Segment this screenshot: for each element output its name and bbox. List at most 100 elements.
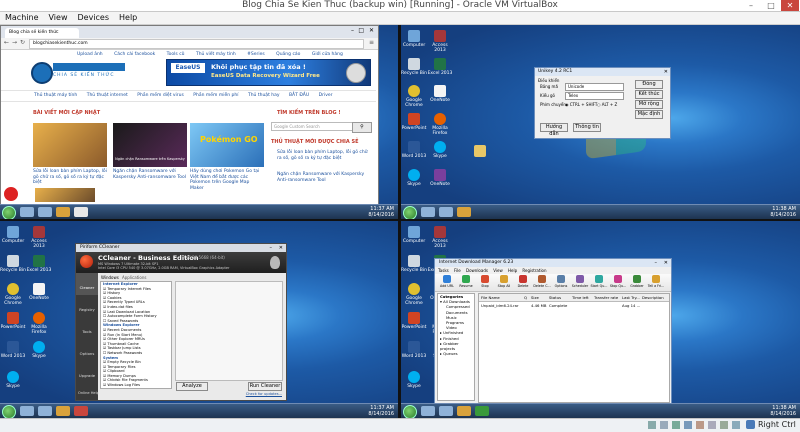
tab-applications[interactable]: Applications xyxy=(122,275,146,280)
desktop-icon-chrome[interactable]: Google Chrome xyxy=(401,85,427,108)
media-taskbar-icon[interactable] xyxy=(56,207,70,217)
close-button[interactable]: ✕ xyxy=(781,0,799,11)
ccleaner-taskbar-icon[interactable] xyxy=(74,406,88,416)
idm-menu-item[interactable]: View xyxy=(493,268,503,273)
explorer-taskbar-icon[interactable] xyxy=(439,207,453,217)
desktop-icon-word[interactable]: Word 2013 xyxy=(0,341,26,359)
check-updates-link[interactable]: Check for updates... xyxy=(246,392,282,396)
article-thumbnail[interactable]: Pokémon GO xyxy=(190,123,264,167)
minimize-button[interactable]: – xyxy=(742,0,760,11)
share-item[interactable]: Ngăn chặn Ransomware với Kaspersky Anti-… xyxy=(277,172,371,183)
maximize-button[interactable]: □ xyxy=(762,0,780,11)
ie-taskbar-icon[interactable] xyxy=(20,207,34,217)
nav-item[interactable]: Thủ thuật internet xyxy=(87,93,128,98)
desktop-icon-computer[interactable]: Computer xyxy=(401,30,427,48)
browser-close-icon[interactable]: ✕ xyxy=(369,27,374,34)
col-header[interactable]: File Name xyxy=(481,294,500,301)
browser-maximize-icon[interactable]: □ xyxy=(358,27,364,34)
article-thumbnail[interactable] xyxy=(35,188,95,202)
desktop-icon-word[interactable]: Word 2013 xyxy=(401,141,427,159)
desktop-icon-powerpoint[interactable]: PowerPoint xyxy=(0,312,26,330)
desktop-icon-word[interactable]: Word 2013 xyxy=(401,341,427,359)
clock[interactable]: 11:38 AM 8/14/2016 xyxy=(770,206,796,218)
usb-status-icon[interactable] xyxy=(696,421,704,429)
nav-item[interactable]: BẮT ĐẦU xyxy=(289,93,309,98)
article-title[interactable]: Ngăn chặn Ransomware với Kaspersky Anti-… xyxy=(113,169,187,180)
category-grabber[interactable]: ▸ Grabber projects xyxy=(440,341,474,351)
desktop-icon-recycle-bin[interactable]: Recycle Bin xyxy=(401,58,427,76)
capture-status-icon[interactable] xyxy=(732,421,740,429)
desktop-icon-onenote[interactable]: OneNote xyxy=(26,283,52,301)
close-button[interactable]: Đóng xyxy=(635,80,663,89)
ie-taskbar-icon[interactable] xyxy=(421,406,435,416)
col-header[interactable]: Time left xyxy=(572,294,589,301)
default-button[interactable]: Mặc định xyxy=(635,110,663,119)
article-title[interactable]: Sửa lỗi loan bàn phím Laptop, lỗi gõ chữ… xyxy=(33,169,107,186)
idm-toolbar-button[interactable]: Scheduler xyxy=(571,275,589,290)
menu-machine[interactable]: Machine xyxy=(0,12,44,24)
desktop-icon-computer[interactable]: Computer xyxy=(401,226,427,244)
explorer-taskbar-icon[interactable] xyxy=(38,406,52,416)
article-title[interactable]: Hãy dùng chơi Pokemon Go tại Việt Nam để… xyxy=(190,169,264,191)
sidebar-tools[interactable]: Tools xyxy=(76,317,98,339)
clock[interactable]: 11:38 AM 8/14/2016 xyxy=(770,405,796,417)
desktop-icon-firefox[interactable]: Mozilla Firefox xyxy=(427,113,453,136)
desktop-icon-access[interactable]: Access 2013 xyxy=(26,226,52,249)
col-header[interactable]: Size xyxy=(531,294,539,301)
close-icon[interactable]: ✕ xyxy=(664,68,668,76)
idm-toolbar-button[interactable]: Delete xyxy=(514,275,532,290)
desktop-icon-skype[interactable]: Skype xyxy=(401,371,427,389)
desktop-icon-firefox[interactable]: Mozilla Firefox xyxy=(26,312,52,335)
idm-toolbar-button[interactable]: Stop xyxy=(476,275,494,290)
browser-tab[interactable]: Blog chia sẻ kiến thức xyxy=(5,28,79,38)
clock[interactable]: 11:37 AM 8/14/2016 xyxy=(368,206,394,218)
desktop-icon-chrome[interactable]: Google Chrome xyxy=(0,283,26,306)
desktop-icon-access[interactable]: Access 2013 xyxy=(427,226,453,249)
idm-toolbar-button[interactable]: Options xyxy=(552,275,570,290)
ie-taskbar-icon[interactable] xyxy=(421,207,435,217)
close-icon[interactable]: ✕ xyxy=(664,259,668,267)
blog-search-input[interactable]: Google Custom Search xyxy=(271,122,353,131)
nav-item[interactable]: Thủ thuật máy tính xyxy=(34,93,77,98)
media-taskbar-icon[interactable] xyxy=(457,406,471,416)
floating-share-icon[interactable] xyxy=(3,186,19,202)
col-header[interactable]: Description xyxy=(642,294,664,301)
article-thumbnail[interactable]: Ngăn chặn Ransomware trên Kaspersky xyxy=(113,123,187,167)
network-status-icon[interactable] xyxy=(684,421,692,429)
desktop-icon-recycle-bin[interactable]: Recycle Bin xyxy=(401,255,427,273)
media-taskbar-icon[interactable] xyxy=(56,406,70,416)
reload-icon[interactable]: ↻ xyxy=(20,39,25,46)
minimize-icon[interactable]: – xyxy=(270,244,273,252)
desktop-icon-computer[interactable]: Computer xyxy=(0,226,26,244)
idm-toolbar-button[interactable]: Stop Qu... xyxy=(609,275,627,290)
idm-toolbar-button[interactable]: Grabber xyxy=(628,275,646,290)
explorer-taskbar-icon[interactable] xyxy=(439,406,453,416)
close-icon[interactable]: ✕ xyxy=(279,244,283,252)
idm-menu-item[interactable]: Help xyxy=(508,268,517,273)
site-logo[interactable]: CHIA SẺ KIẾN THỨC xyxy=(31,62,126,84)
top-link[interactable]: Thủ viết máy tính xyxy=(196,52,236,57)
online-help-link[interactable]: Online Help xyxy=(78,391,99,395)
info-button[interactable]: Thông tin xyxy=(573,123,601,132)
start-button[interactable] xyxy=(2,206,16,219)
nav-item[interactable]: Phần mềm diệt virus xyxy=(137,93,184,98)
hdd-status-icon[interactable] xyxy=(648,421,656,429)
desktop-icon-onenote[interactable]: OneNote xyxy=(427,85,453,103)
desktop-icon-powerpoint[interactable]: PowerPoint xyxy=(401,312,427,330)
desktop-icon-skype[interactable]: Skype xyxy=(401,169,427,187)
idm-toolbar-button[interactable]: Delete C... xyxy=(533,275,551,290)
top-link[interactable]: Cách cài facebook xyxy=(114,52,155,57)
desktop-icon-access[interactable]: Access 2013 xyxy=(427,30,453,53)
col-header[interactable]: Transfer rate xyxy=(594,294,618,301)
menu-devices[interactable]: Devices xyxy=(72,12,114,24)
forward-icon[interactable]: → xyxy=(12,39,17,46)
explorer-taskbar-icon[interactable] xyxy=(38,207,52,217)
idm-toolbar-button[interactable]: Start Qu... xyxy=(590,275,608,290)
help-button[interactable]: Hướng dẫn xyxy=(540,123,568,137)
idm-toolbar-button[interactable]: Tell a Fri... xyxy=(647,275,665,290)
radio-ctrl-shift[interactable]: ◉ CTRL + SHIFT xyxy=(565,102,597,107)
chrome-taskbar-icon[interactable] xyxy=(74,207,88,217)
idm-toolbar-button[interactable]: Stop All xyxy=(495,275,513,290)
expand-button[interactable]: Mở rộng xyxy=(635,100,663,109)
top-link[interactable]: #Series xyxy=(247,52,265,57)
